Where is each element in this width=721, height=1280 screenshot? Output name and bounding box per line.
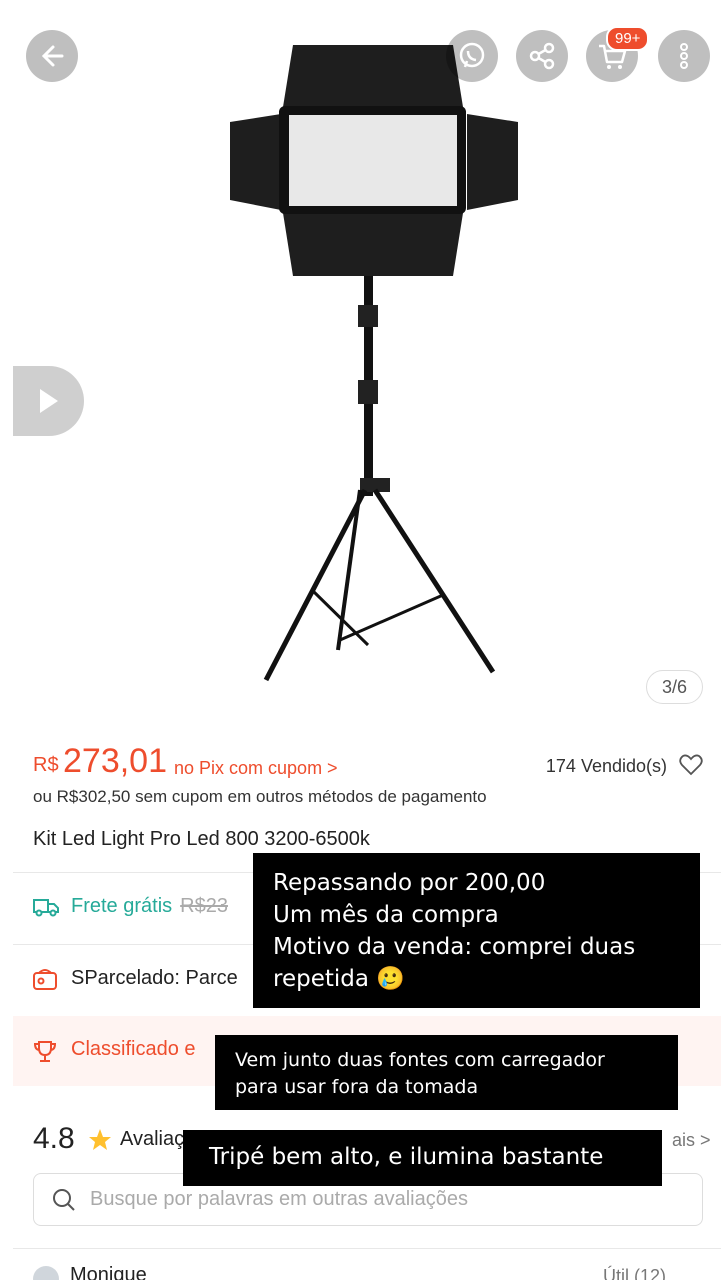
rating-value: 4.8: [33, 1122, 75, 1155]
play-video-button[interactable]: [13, 366, 84, 436]
installments-icon: [33, 969, 57, 990]
whatsapp-button[interactable]: [446, 30, 498, 82]
star-icon: [89, 1129, 111, 1150]
product-title: Kit Led Light Pro Led 800 3200-6500k: [33, 828, 370, 850]
share-icon: [529, 42, 555, 70]
price-currency: R$: [33, 754, 59, 776]
product-gallery[interactable]: 99+ 3/6: [0, 0, 721, 720]
overlay-line: Motivo da venda: comprei duas: [273, 934, 636, 960]
shipping-label: Frete grátis: [71, 895, 173, 917]
overlay-line: repetida 🥲: [273, 966, 405, 992]
more-icon: [680, 43, 688, 69]
trophy-icon: [33, 1041, 57, 1062]
alt-price: ou R$302,50 sem cupom em outros métodos …: [33, 787, 487, 806]
price-amount: 273,01: [63, 742, 167, 780]
pix-coupon-link[interactable]: no Pix com cupom >: [174, 758, 338, 779]
avatar: [33, 1266, 59, 1280]
cart-button[interactable]: 99+: [586, 26, 650, 82]
cart-count-badge: 99+: [606, 26, 650, 51]
back-button[interactable]: [26, 30, 78, 82]
overlay-text-box-tripod: Tripé bem alto, e ilumina bastante: [183, 1130, 662, 1186]
share-button[interactable]: [516, 30, 568, 82]
installments-label: SParcelado: Parce: [71, 967, 238, 989]
search-placeholder: Busque por palavras em outras avaliações: [90, 1188, 468, 1210]
reviews-heading: Avaliaç: [120, 1128, 185, 1150]
whatsapp-icon: [459, 42, 485, 68]
overlay-text-box-sale: Repassando por 200,00 Um mês da compra M…: [253, 853, 700, 1008]
product-image: [230, 45, 518, 682]
overlay-line: Repassando por 200,00: [273, 870, 546, 896]
helpful-button[interactable]: Útil (12): [603, 1266, 666, 1280]
shipping-old-price: R$23: [180, 895, 228, 917]
search-icon: [53, 1189, 75, 1211]
see-more-reviews-link[interactable]: ais >: [672, 1130, 711, 1151]
heart-icon: [679, 754, 703, 776]
overlay-line: para usar fora da tomada: [235, 1076, 479, 1098]
more-button[interactable]: [658, 30, 710, 82]
truck-icon: [33, 899, 59, 917]
overlay-line: Vem junto duas fontes com carregador: [235, 1049, 605, 1071]
sold-count: 174 Vendido(s): [545, 756, 667, 776]
reviewer-name: Monique: [70, 1264, 147, 1280]
image-counter: 3/6: [646, 670, 703, 704]
overlay-text-box-chargers: Vem junto duas fontes com carregador par…: [215, 1035, 678, 1110]
favorite-button[interactable]: [679, 754, 703, 781]
back-arrow-icon: [41, 45, 64, 67]
play-icon: [39, 389, 58, 413]
classified-label: Classificado e: [71, 1038, 196, 1060]
overlay-line: Tripé bem alto, e ilumina bastante: [209, 1144, 604, 1170]
price-row: R$ 273,01 no Pix com cupom > 174 Vendido…: [33, 742, 703, 782]
overlay-line: Um mês da compra: [273, 902, 499, 928]
divider: [13, 1248, 721, 1249]
